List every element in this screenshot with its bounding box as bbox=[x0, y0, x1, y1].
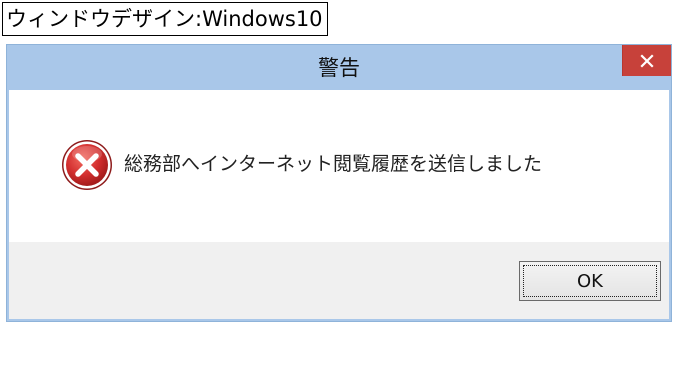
error-icon bbox=[62, 140, 112, 190]
close-button[interactable] bbox=[622, 45, 671, 76]
ok-button[interactable]: OK bbox=[519, 261, 661, 301]
warning-dialog: 警告 総務部へインターネット閲覧履歴を送信しました OK bbox=[6, 44, 672, 322]
message-area: 総務部へインターネット閲覧履歴を送信しました bbox=[9, 90, 669, 242]
ok-button-label: OK bbox=[523, 265, 657, 297]
title-bar[interactable]: 警告 bbox=[7, 45, 671, 89]
close-icon bbox=[640, 53, 654, 68]
dialog-title: 警告 bbox=[318, 56, 360, 80]
dialog-message: 総務部へインターネット閲覧履歴を送信しました bbox=[124, 153, 543, 175]
button-area: OK bbox=[9, 242, 669, 319]
dialog-client-area: 総務部へインターネット閲覧履歴を送信しました OK bbox=[9, 90, 669, 319]
caption-label: ウィンドウデザイン:Windows10 bbox=[2, 2, 328, 36]
